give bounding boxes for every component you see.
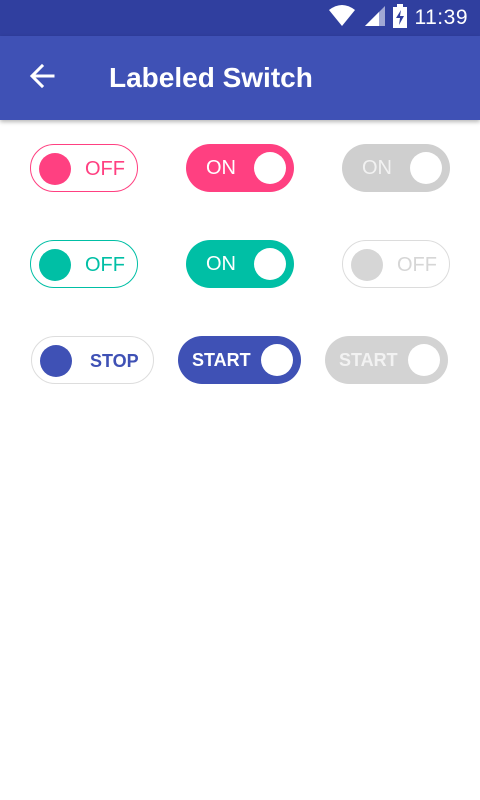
- switch-label: OFF: [397, 254, 437, 276]
- status-time: 11:39: [414, 6, 468, 29]
- pink-switch-off[interactable]: OFF: [30, 144, 138, 192]
- switch-knob: [39, 153, 71, 185]
- indigo-switch-stop[interactable]: STOP: [31, 336, 154, 384]
- wifi-icon: [328, 4, 355, 32]
- switch-knob: [254, 152, 286, 184]
- switch-knob: [39, 249, 71, 281]
- switch-knob: [351, 249, 383, 281]
- signal-icon: [363, 5, 385, 32]
- indigo-switch-start[interactable]: START: [178, 336, 301, 384]
- pink-switch-on[interactable]: ON: [186, 144, 294, 192]
- battery-charging-icon: [392, 3, 407, 33]
- switch-label: OFF: [85, 158, 125, 180]
- indigo-switch-disabled: START: [325, 336, 448, 384]
- teal-switch-disabled: OFF: [342, 240, 450, 288]
- pink-switch-disabled: ON: [342, 144, 450, 192]
- status-icons: 11:39: [328, 0, 469, 36]
- switch-label: START: [192, 350, 251, 370]
- teal-switch-off[interactable]: OFF: [30, 240, 138, 288]
- switch-knob: [40, 345, 72, 377]
- switch-label: START: [339, 350, 398, 370]
- back-button[interactable]: [22, 58, 62, 98]
- arrow-left-icon: [29, 63, 55, 94]
- switch-knob: [410, 152, 442, 184]
- switch-grid: OFF ON ON OFF ON OFF STOP START START: [0, 120, 480, 800]
- switch-label: ON: [206, 253, 236, 275]
- switch-label: OFF: [85, 254, 125, 276]
- page-title: Labeled Switch: [109, 62, 313, 93]
- app-bar: Labeled Switch: [0, 36, 480, 120]
- status-bar: 11:39: [0, 0, 480, 36]
- switch-knob: [254, 248, 286, 280]
- switch-label: ON: [362, 157, 392, 179]
- switch-label: ON: [206, 157, 236, 179]
- switch-label: STOP: [90, 351, 139, 371]
- teal-switch-on[interactable]: ON: [186, 240, 294, 288]
- switch-knob: [261, 344, 293, 376]
- switch-knob: [408, 344, 440, 376]
